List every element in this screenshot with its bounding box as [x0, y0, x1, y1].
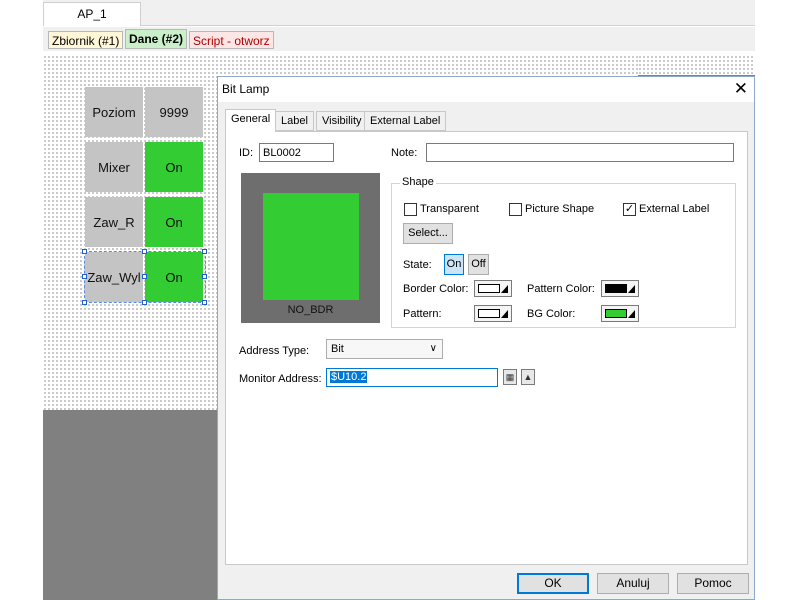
close-icon[interactable]: ✕ [734, 79, 748, 99]
dropdown-arrow-icon [628, 285, 635, 293]
resize-handle[interactable] [82, 274, 87, 279]
transparent-label: Transparent [420, 203, 479, 215]
address-type-value: Bit [331, 343, 344, 355]
cell-label-zaw-r[interactable]: Zaw_R [85, 197, 143, 247]
chevron-down-icon: ∨ [429, 343, 437, 354]
resize-handle[interactable] [82, 249, 87, 254]
bg-color-swatch [605, 309, 627, 318]
lock-icon[interactable]: ▲ [521, 369, 535, 385]
cell-value-poziom[interactable]: 9999 [145, 87, 203, 137]
resize-handle[interactable] [142, 300, 147, 305]
help-button[interactable]: Pomoc [677, 573, 749, 594]
monitor-address-value: $U10.2 [330, 371, 368, 383]
state-off-button[interactable]: Off [468, 254, 489, 275]
screen-tab-script[interactable]: Script - otworz [189, 31, 274, 49]
transparent-checkbox[interactable] [404, 203, 417, 216]
pattern-color-picker[interactable] [601, 280, 639, 297]
shape-group-legend: Shape [400, 176, 436, 188]
resize-handle[interactable] [202, 300, 207, 305]
screen-tab-dane[interactable]: Dane (#2) [125, 29, 188, 49]
bg-color-picker[interactable] [601, 305, 639, 322]
pattern-label: Pattern: [403, 308, 442, 320]
lamp-preview-label: NO_BDR [287, 304, 334, 316]
address-type-select[interactable]: Bit ∨ [326, 339, 443, 359]
window-tab-ap1[interactable]: AP_1 [43, 2, 141, 26]
select-shape-button[interactable]: Select... [403, 223, 453, 244]
border-color-swatch [478, 284, 500, 293]
pattern-color-swatch [605, 284, 627, 293]
monitor-address-field[interactable]: $U10.2 [326, 368, 498, 387]
resize-handle[interactable] [142, 274, 147, 279]
note-label: Note: [391, 147, 418, 159]
bit-lamp-dialog: Bit Lamp ✕ General Label Visibility Exte… [217, 76, 755, 600]
bg-color-label: BG Color: [527, 308, 576, 320]
bit-lamp-zaw-r[interactable]: On [145, 197, 203, 247]
bit-lamp-mixer[interactable]: On [145, 142, 203, 192]
ok-button[interactable]: OK [517, 573, 589, 594]
external-label-label: External Label [639, 203, 710, 215]
pattern-swatch [478, 309, 500, 318]
id-label: ID: [239, 147, 254, 159]
resize-handle[interactable] [202, 274, 207, 279]
screen-tab-zbiornik[interactable]: Zbiornik (#1) [48, 31, 124, 49]
tab-visibility[interactable]: Visibility [316, 111, 368, 131]
state-on-button[interactable]: On [444, 254, 464, 275]
border-color-label: Border Color: [403, 283, 469, 295]
shape-group: Shape Transparent Picture Shape ✓ Extern… [391, 176, 736, 328]
screen-tab-bar: Zbiornik (#1) Dane (#2) Script - otworz [43, 27, 755, 51]
id-field[interactable] [259, 143, 334, 162]
monitor-address-label: Monitor Address: [239, 373, 322, 385]
cell-label-mixer[interactable]: Mixer [85, 142, 143, 192]
pattern-picker[interactable] [474, 305, 512, 322]
resize-handle[interactable] [142, 249, 147, 254]
general-tab-panel: ID: Note: NO_BDR Shape Transparent Pictu… [225, 131, 748, 565]
cell-label-poziom[interactable]: Poziom [85, 87, 143, 137]
tab-general[interactable]: General [225, 109, 277, 132]
external-label-checkbox[interactable]: ✓ [623, 203, 636, 216]
note-field[interactable] [426, 143, 734, 162]
dropdown-arrow-icon [628, 310, 635, 318]
screen-design-area-edge [638, 55, 755, 75]
picture-shape-label: Picture Shape [525, 203, 595, 215]
resize-handle[interactable] [202, 249, 207, 254]
resize-handle[interactable] [82, 300, 87, 305]
picture-shape-checkbox[interactable] [509, 203, 522, 216]
dropdown-arrow-icon [501, 310, 508, 318]
dialog-title: Bit Lamp [222, 82, 270, 96]
address-type-label: Address Type: [239, 345, 310, 357]
dropdown-arrow-icon [501, 285, 508, 293]
lamp-preview-shape [263, 193, 359, 300]
tab-external-label[interactable]: External Label [364, 111, 447, 131]
window-tab-strip [43, 0, 755, 26]
lamp-preview: NO_BDR [241, 173, 380, 323]
state-label: State: [403, 259, 432, 271]
pattern-color-label: Pattern Color: [527, 283, 595, 295]
border-color-picker[interactable] [474, 280, 512, 297]
cancel-button[interactable]: Anuluj [597, 573, 669, 594]
address-keypad-icon[interactable]: ▦ [503, 369, 517, 385]
dialog-titlebar[interactable]: Bit Lamp ✕ [218, 77, 754, 102]
tab-label[interactable]: Label [275, 111, 314, 131]
